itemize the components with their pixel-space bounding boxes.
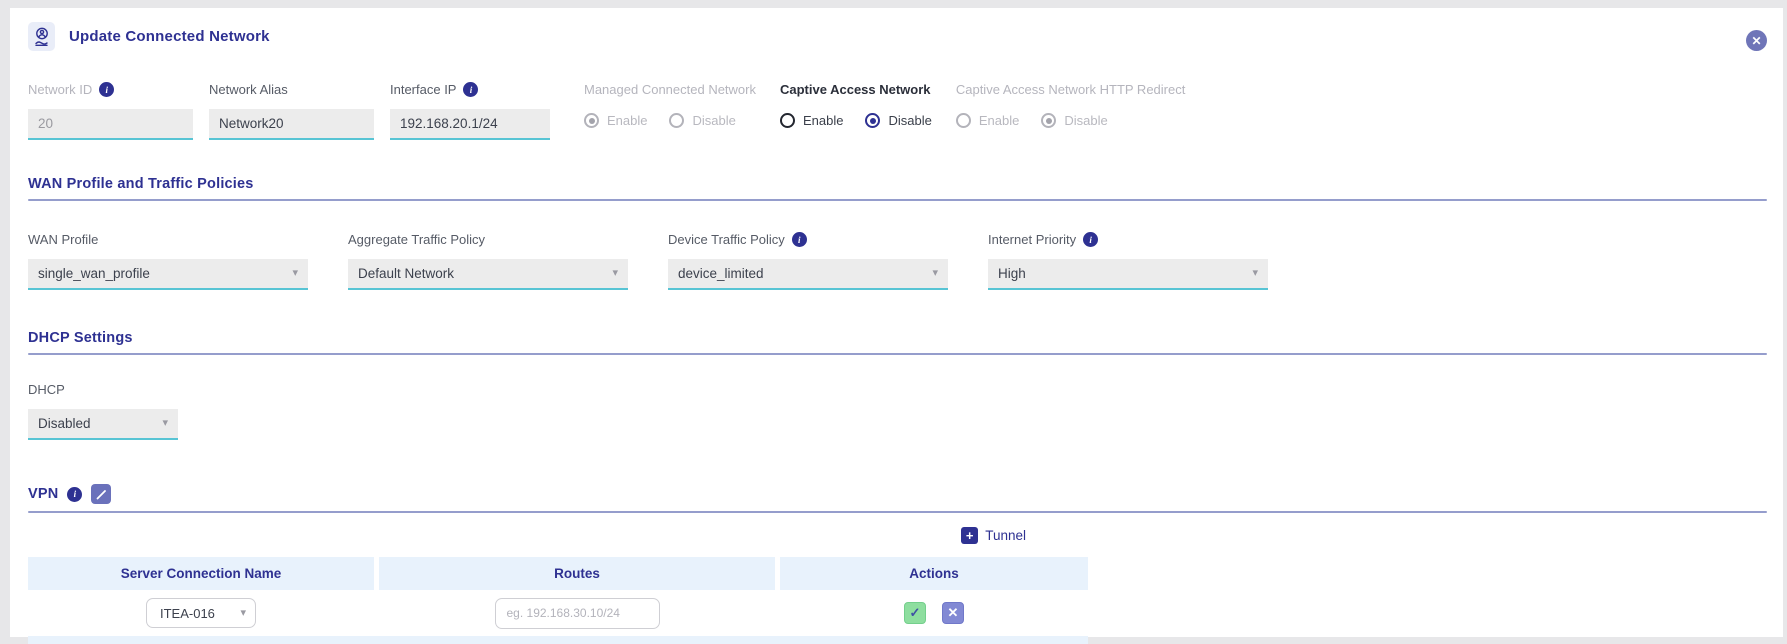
dialog-header: Update Connected Network ✕: [28, 8, 1767, 51]
http-redirect-disable-radio: Disable: [1041, 113, 1107, 128]
select-value: device_limited: [678, 266, 764, 281]
radio-option-label: Disable: [888, 113, 931, 128]
add-tunnel-button[interactable]: + Tunnel: [961, 527, 1026, 544]
captive-network-disable-radio[interactable]: Disable: [865, 113, 931, 128]
radio-option-label: Enable: [803, 113, 843, 128]
vpn-section: VPN i + Tunnel Server Connection Name Ro…: [28, 484, 1767, 644]
wan-profile-select[interactable]: single_wan_profile ▾: [28, 259, 308, 290]
chevron-down-icon: ▾: [1252, 268, 1258, 279]
server-connection-select[interactable]: ITEA-016 ▾: [146, 598, 256, 628]
interface-ip-input[interactable]: 192.168.20.1/24: [390, 109, 550, 140]
dhcp-select[interactable]: Disabled ▾: [28, 409, 178, 440]
column-header-server-connection: Server Connection Name: [28, 557, 374, 590]
captive-access-network-group: Captive Access Network Enable Disable: [780, 81, 932, 140]
check-icon: ✓: [910, 605, 921, 621]
section-divider: [28, 511, 1767, 513]
close-glyph: ✕: [1751, 34, 1761, 48]
interface-ip-field: Interface IP i 192.168.20.1/24: [390, 81, 550, 140]
captive-access-network-label: Captive Access Network: [780, 82, 931, 97]
wan-profile-label: WAN Profile: [28, 232, 98, 247]
info-icon[interactable]: i: [463, 82, 478, 97]
dhcp-section-title: DHCP Settings: [28, 330, 1767, 346]
radio-option-label: Disable: [1064, 113, 1107, 128]
vpn-section-title: VPN: [28, 486, 58, 502]
connected-network-icon: [28, 22, 55, 51]
remove-tunnel-button[interactable]: ✕: [942, 602, 964, 624]
chevron-down-icon: ▾: [612, 268, 618, 279]
captive-http-redirect-label: Captive Access Network HTTP Redirect: [956, 82, 1186, 97]
info-icon[interactable]: i: [99, 82, 114, 97]
select-value: single_wan_profile: [38, 266, 150, 281]
close-icon[interactable]: ✕: [1746, 30, 1767, 51]
wan-section-title: WAN Profile and Traffic Policies: [28, 176, 1767, 192]
captive-http-redirect-group: Captive Access Network HTTP Redirect Ena…: [956, 81, 1186, 140]
radio-selected-icon: [865, 113, 880, 128]
info-icon[interactable]: i: [67, 487, 82, 502]
radio-selected-icon: [1041, 113, 1056, 128]
update-network-dialog: Update Connected Network ✕ Network ID i …: [10, 8, 1783, 637]
select-value: High: [998, 266, 1026, 281]
aggregate-traffic-policy-label: Aggregate Traffic Policy: [348, 232, 485, 247]
device-traffic-policy-label: Device Traffic Policy: [668, 232, 785, 247]
radio-unselected-icon: [780, 113, 795, 128]
radio-selected-icon: [584, 113, 599, 128]
info-icon[interactable]: i: [1083, 232, 1098, 247]
column-header-routes: Routes: [379, 557, 775, 590]
section-divider: [28, 353, 1767, 355]
vpn-tunnel-table: Server Connection Name Routes Actions IT…: [28, 557, 1088, 644]
network-id-label: Network ID: [28, 82, 92, 97]
managed-network-disable-radio: Disable: [669, 113, 735, 128]
network-alias-input[interactable]: Network20: [209, 109, 374, 140]
device-traffic-policy-select[interactable]: device_limited ▾: [668, 259, 948, 290]
edit-vpn-button[interactable]: [91, 484, 111, 504]
radio-unselected-icon: [669, 113, 684, 128]
internet-priority-label: Internet Priority: [988, 232, 1076, 247]
managed-network-enable-radio: Enable: [584, 113, 647, 128]
select-value: Default Network: [358, 266, 454, 281]
radio-unselected-icon: [956, 113, 971, 128]
routes-input[interactable]: [495, 598, 660, 629]
radio-option-label: Enable: [607, 113, 647, 128]
aggregate-traffic-policy-field: Aggregate Traffic Policy Default Network…: [348, 231, 628, 290]
network-alias-field: Network Alias Network20: [209, 81, 374, 140]
aggregate-traffic-policy-select[interactable]: Default Network ▾: [348, 259, 628, 290]
managed-connected-network-label: Managed Connected Network: [584, 82, 756, 97]
network-id-field: Network ID i 20: [28, 81, 193, 140]
device-traffic-policy-field: Device Traffic Policy i device_limited ▾: [668, 231, 948, 290]
basic-fields-row: Network ID i 20 Network Alias Network20 …: [28, 81, 1767, 140]
select-value: ITEA-016: [160, 606, 215, 621]
confirm-tunnel-button[interactable]: ✓: [904, 602, 926, 624]
table-row: ITEA-016 ▾ ✓ ✕: [28, 590, 1088, 636]
internet-priority-select[interactable]: High ▾: [988, 259, 1268, 290]
wan-profile-field: WAN Profile single_wan_profile ▾: [28, 231, 308, 290]
table-header-row: Server Connection Name Routes Actions: [28, 557, 1088, 590]
dialog-title: Update Connected Network: [69, 28, 270, 45]
internet-priority-field: Internet Priority i High ▾: [988, 231, 1268, 290]
chevron-down-icon: ▾: [932, 268, 938, 279]
network-alias-label: Network Alias: [209, 82, 288, 97]
captive-network-enable-radio[interactable]: Enable: [780, 113, 843, 128]
add-tunnel-label: Tunnel: [985, 528, 1026, 543]
select-value: Disabled: [38, 416, 91, 431]
dhcp-label: DHCP: [28, 382, 65, 397]
chevron-down-icon: ▾: [292, 268, 298, 279]
info-icon[interactable]: i: [792, 232, 807, 247]
dhcp-section: DHCP Settings DHCP Disabled ▾: [28, 330, 1767, 440]
radio-option-label: Disable: [692, 113, 735, 128]
managed-connected-network-group: Managed Connected Network Enable Disable: [584, 81, 756, 140]
plus-icon: +: [961, 527, 978, 544]
interface-ip-label: Interface IP: [390, 82, 456, 97]
http-redirect-enable-radio: Enable: [956, 113, 1019, 128]
section-divider: [28, 199, 1767, 201]
close-icon: ✕: [948, 605, 959, 621]
table-next-row-strip: [28, 636, 1088, 644]
chevron-down-icon: ▾: [162, 418, 168, 429]
dhcp-field: DHCP Disabled ▾: [28, 381, 178, 440]
network-id-input: 20: [28, 109, 193, 140]
radio-option-label: Enable: [979, 113, 1019, 128]
column-header-actions: Actions: [780, 557, 1088, 590]
wan-section: WAN Profile and Traffic Policies WAN Pro…: [28, 176, 1767, 290]
